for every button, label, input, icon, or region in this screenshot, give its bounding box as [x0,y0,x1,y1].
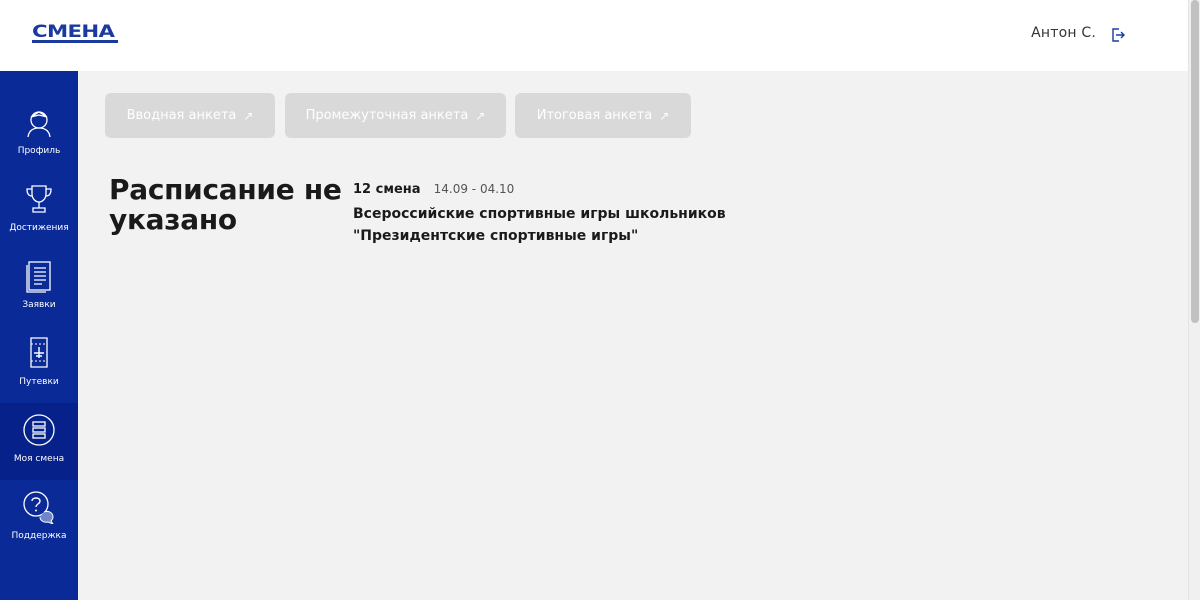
final-survey-button[interactable]: Итоговая анкета ↗ [515,93,691,138]
external-link-icon: ↗ [475,108,486,123]
sidebar-item-label: Заявки [22,300,56,310]
sidebar-item-label: Достижения [9,223,69,233]
sidebar-item-my-shift[interactable]: Моя смена [0,403,78,480]
sidebar-item-label: Поддержка [11,531,67,541]
trophy-icon [26,185,52,213]
intermediate-survey-label: Промежуточная анкета [305,108,469,123]
logo-text: СМЕНА [32,22,115,42]
sidebar-item-label: Путевки [19,377,59,387]
intermediate-survey-button[interactable]: Промежуточная анкета ↗ [285,93,506,138]
ticket-icon [30,337,48,368]
sidebar: Профиль Достижения Заявки Путевки Моя см… [0,71,78,600]
shift-info: 12 смена 14.09 - 04.10 Всероссийские спо… [353,178,913,247]
external-link-icon: ↗ [659,108,670,123]
header: СМЕНА Антон С. [0,0,1188,71]
sidebar-item-tickets[interactable]: Путевки [0,326,78,403]
logo-underline [32,40,118,43]
intro-survey-button[interactable]: Вводная анкета ↗ [105,93,275,138]
shift-dates: 14.09 - 04.10 [433,182,515,196]
applications-icon [26,261,51,293]
final-survey-label: Итоговая анкета [536,108,653,123]
user-name[interactable]: Антон С. [1031,25,1096,41]
logout-icon[interactable] [1110,27,1126,43]
scrollbar[interactable] [1188,0,1200,600]
external-link-icon: ↗ [243,108,254,123]
sidebar-item-label: Моя смена [13,454,65,464]
logo[interactable]: СМЕНА [32,24,118,44]
page-title: Расписание не указано [109,173,342,236]
scrollbar-thumb[interactable] [1191,0,1199,323]
sidebar-item-achievements[interactable]: Достижения [0,172,78,249]
support-icon [23,491,54,524]
sidebar-item-profile[interactable]: Профиль [0,95,78,172]
my-shift-icon [23,414,55,446]
shift-number: 12 смена [353,182,421,197]
profile-icon [27,111,51,138]
shift-name: Всероссийские спортивные игры школьников… [353,206,726,244]
sidebar-item-support[interactable]: Поддержка [0,480,78,557]
sidebar-item-applications[interactable]: Заявки [0,249,78,326]
intro-survey-label: Вводная анкета [126,108,237,123]
sidebar-item-label: Профиль [17,146,61,156]
